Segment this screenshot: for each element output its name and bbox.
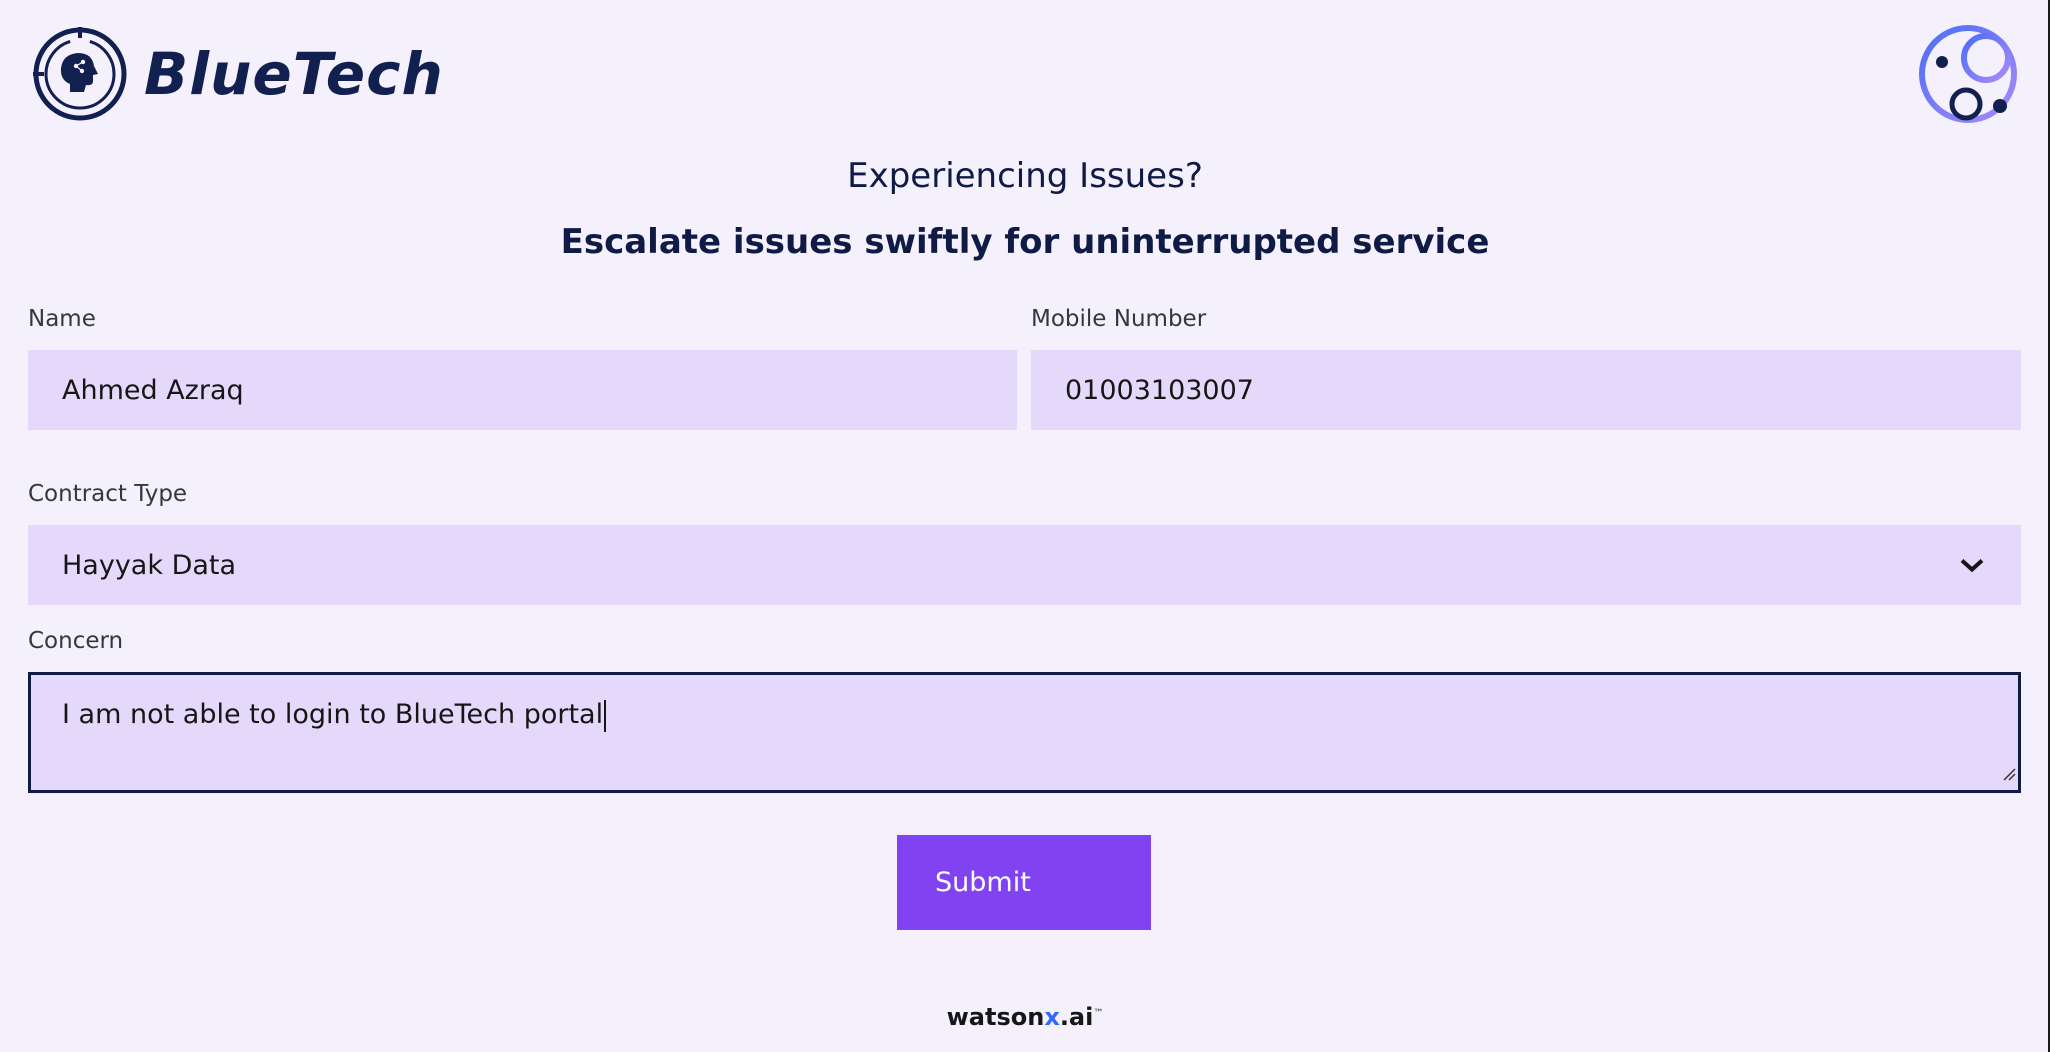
page-subtitle: Escalate issues swiftly for uninterrupte… (560, 222, 1490, 262)
concern-label: Concern (28, 628, 124, 654)
resize-handle-icon[interactable] (2000, 757, 2016, 788)
contract-type-select[interactable]: Hayyak Data (28, 525, 2021, 605)
footer-prefix: watson (946, 1003, 1045, 1031)
mobile-value: 01003103007 (1065, 374, 1254, 406)
name-input[interactable]: Ahmed Azraq (28, 350, 1017, 430)
watsonx-ai-footer: watsonx.ai™ (0, 1003, 2050, 1031)
footer-trademark: ™ (1093, 1008, 1104, 1019)
chevron-down-icon (1959, 550, 1985, 581)
footer-suffix: .ai (1059, 1003, 1094, 1031)
ai-head-icon (30, 24, 130, 124)
footer-x: x (1044, 1003, 1060, 1031)
concern-value: I am not able to login to BlueTech porta… (62, 699, 604, 730)
mobile-label: Mobile Number (1031, 306, 1207, 332)
text-caret (604, 699, 607, 732)
brand-name: BlueTech (144, 40, 444, 108)
name-label: Name (28, 306, 96, 332)
watsonx-orchestrate-icon[interactable] (1916, 22, 2020, 130)
contract-type-value: Hayyak Data (62, 549, 237, 581)
mobile-input[interactable]: 01003103007 (1031, 350, 2021, 430)
submit-button[interactable]: Submit (897, 835, 1151, 930)
contract-type-label: Contract Type (28, 481, 188, 507)
brand-logo[interactable]: BlueTech (30, 24, 444, 124)
page-title: Experiencing Issues? (847, 156, 1203, 196)
name-value: Ahmed Azraq (62, 374, 244, 406)
concern-textarea[interactable]: I am not able to login to BlueTech porta… (28, 672, 2021, 793)
header: BlueTech (0, 0, 2050, 140)
